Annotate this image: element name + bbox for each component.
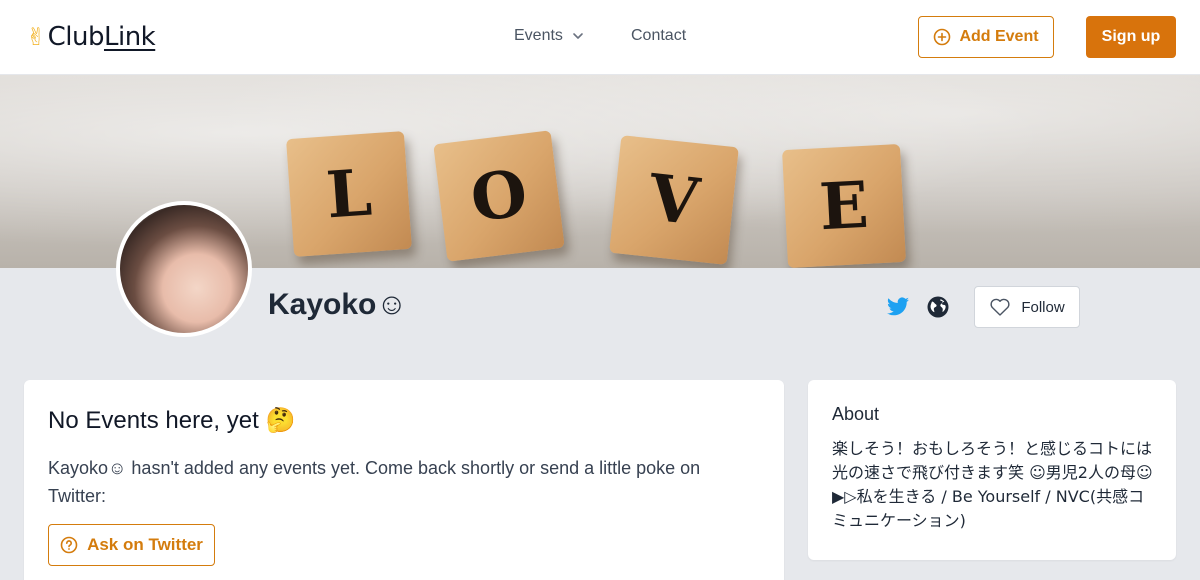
add-event-button[interactable]: Add Event	[918, 16, 1054, 58]
banner-letter-block: E	[781, 143, 907, 268]
clublink-logo[interactable]: ✌ Club Link	[26, 22, 156, 52]
ask-on-twitter-label: Ask on Twitter	[87, 535, 203, 554]
events-card: No Events here, yet 🤔 Kayoko☺ hasn't add…	[24, 380, 784, 580]
profile-avatar	[116, 201, 252, 337]
sign-up-button[interactable]: Sign up	[1086, 16, 1176, 58]
logo-text-club: Club	[47, 22, 105, 52]
nav-events-label: Events	[514, 27, 563, 44]
no-events-message: Kayoko☺ hasn't added any events yet. Com…	[48, 458, 701, 506]
follow-label: Follow	[1021, 298, 1065, 316]
logo-text-link: Link	[103, 22, 156, 52]
site-header: ✌ Club Link Events Contact Add Event Sig…	[0, 0, 1200, 75]
chevron-down-icon	[573, 33, 583, 39]
heart-icon	[990, 298, 1010, 316]
banner-letter-block: L	[286, 131, 412, 257]
ask-on-twitter-button[interactable]: Ask on Twitter	[48, 524, 215, 566]
profile-name: Kayoko☺	[268, 288, 407, 321]
globe-icon[interactable]	[926, 295, 950, 319]
nav-contact-link[interactable]: Contact	[631, 27, 686, 45]
peace-hand-icon: ✌	[26, 23, 46, 51]
plus-circle-icon	[934, 28, 951, 46]
twitter-icon[interactable]	[886, 295, 910, 319]
about-card: About 楽しそう！おもしろそう！と感じるコトには光の速さで飛び付きます笑 ☺…	[808, 380, 1176, 560]
question-circle-icon	[60, 536, 78, 554]
no-events-title: No Events here, yet 🤔	[48, 407, 296, 434]
banner-letter-block: O	[433, 130, 565, 262]
about-title: About	[832, 404, 880, 424]
nav-events-dropdown[interactable]: Events	[514, 27, 585, 45]
add-event-label: Add Event	[959, 28, 1039, 45]
banner-letter-block: V	[609, 135, 739, 265]
follow-button[interactable]: Follow	[974, 286, 1080, 328]
about-text: 楽しそう！おもしろそう！と感じるコトには光の速さで飛び付きます笑 ☺男児2人の母…	[832, 439, 1153, 530]
